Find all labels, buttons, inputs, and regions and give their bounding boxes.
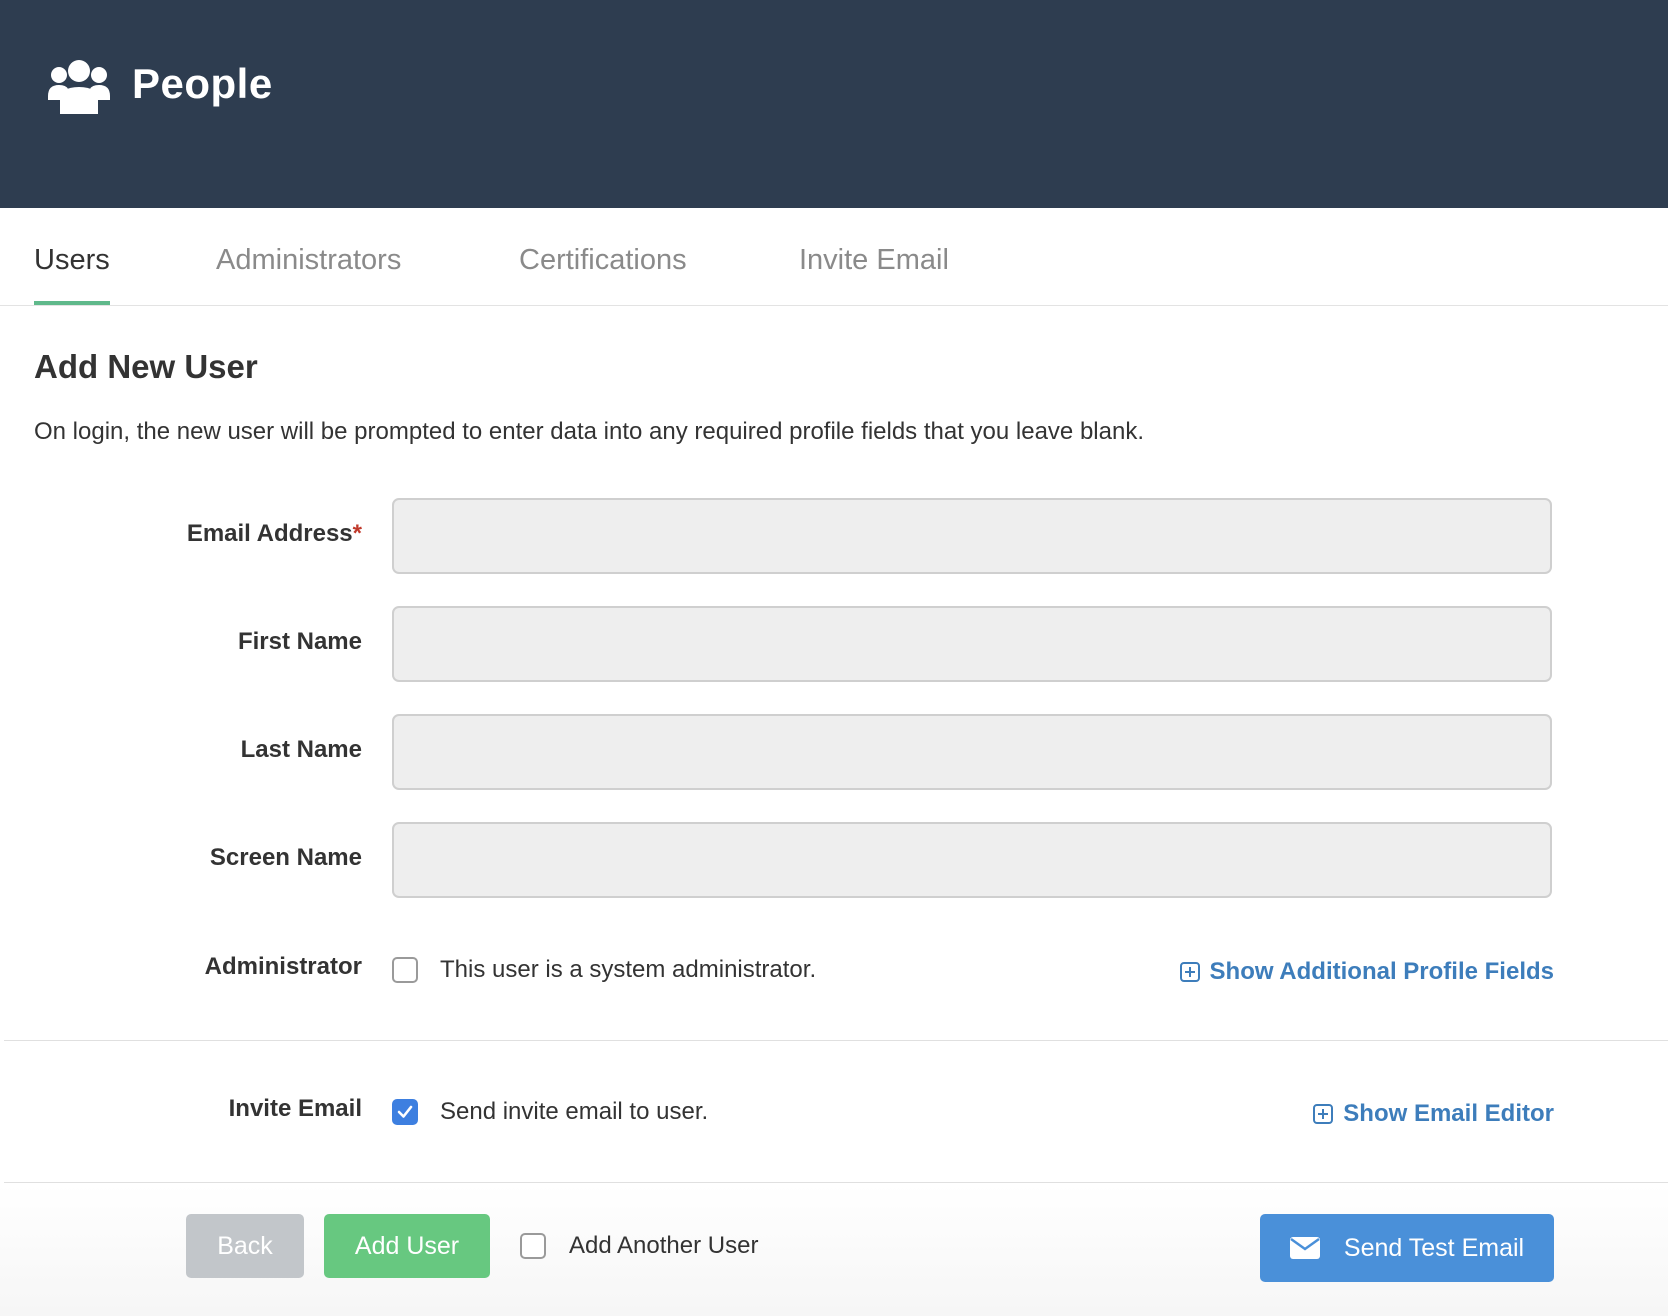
required-mark: * xyxy=(352,520,362,547)
screen-name-label: Screen Name xyxy=(209,844,362,871)
last-name-field[interactable] xyxy=(392,714,1552,790)
email-field[interactable] xyxy=(392,498,1552,574)
plus-square-icon xyxy=(1179,962,1200,982)
send-test-email-label: Send Test Email xyxy=(1343,1233,1525,1262)
first-name-field[interactable] xyxy=(392,606,1552,682)
invite-email-label: Invite Email xyxy=(228,1095,362,1122)
email-label: Email Address* xyxy=(186,520,362,547)
tab-administrators[interactable]: Administrators xyxy=(216,244,401,305)
first-name-label: First Name xyxy=(237,628,362,655)
page-header-title: People xyxy=(132,60,273,107)
tab-users[interactable]: Users xyxy=(34,244,110,305)
invite-email-checkbox[interactable] xyxy=(392,1099,418,1125)
administrator-label: Administrator xyxy=(204,953,362,980)
plus-square-icon xyxy=(1313,1104,1334,1124)
last-name-label: Last Name xyxy=(240,736,362,763)
screen-name-field[interactable] xyxy=(392,822,1552,898)
show-additional-profile-fields-label: Show Additional Profile Fields xyxy=(1209,958,1554,985)
page-header: People xyxy=(0,0,1668,208)
send-test-email-button[interactable]: Send Test Email xyxy=(1260,1214,1554,1282)
back-button[interactable]: Back xyxy=(186,1214,304,1278)
tab-invite-email[interactable]: Invite Email xyxy=(799,244,949,305)
add-user-button[interactable]: Add User xyxy=(324,1214,490,1278)
show-additional-profile-fields-link[interactable]: Show Additional Profile Fields xyxy=(1179,958,1554,986)
envelope-icon xyxy=(1289,1237,1320,1259)
section-divider xyxy=(4,1040,1668,1041)
form-description: On login, the new user will be prompted … xyxy=(34,418,1144,445)
show-email-editor-link[interactable]: Show Email Editor xyxy=(1313,1100,1554,1128)
tab-bar: Users Administrators Certifications Invi… xyxy=(0,208,1668,306)
checkmark-icon xyxy=(397,1105,413,1118)
administrator-checkbox[interactable] xyxy=(392,957,418,983)
people-group-icon xyxy=(48,60,110,114)
invite-email-checkbox-text: Send invite email to user. xyxy=(440,1098,709,1125)
add-another-user-checkbox[interactable] xyxy=(520,1233,546,1259)
add-another-user-text: Add Another User xyxy=(569,1232,759,1259)
administrator-checkbox-text: This user is a system administrator. xyxy=(440,956,817,983)
form-title: Add New User xyxy=(34,348,258,385)
tab-certifications[interactable]: Certifications xyxy=(519,244,687,305)
show-email-editor-label: Show Email Editor xyxy=(1343,1100,1554,1127)
footer-divider xyxy=(4,1182,1668,1183)
